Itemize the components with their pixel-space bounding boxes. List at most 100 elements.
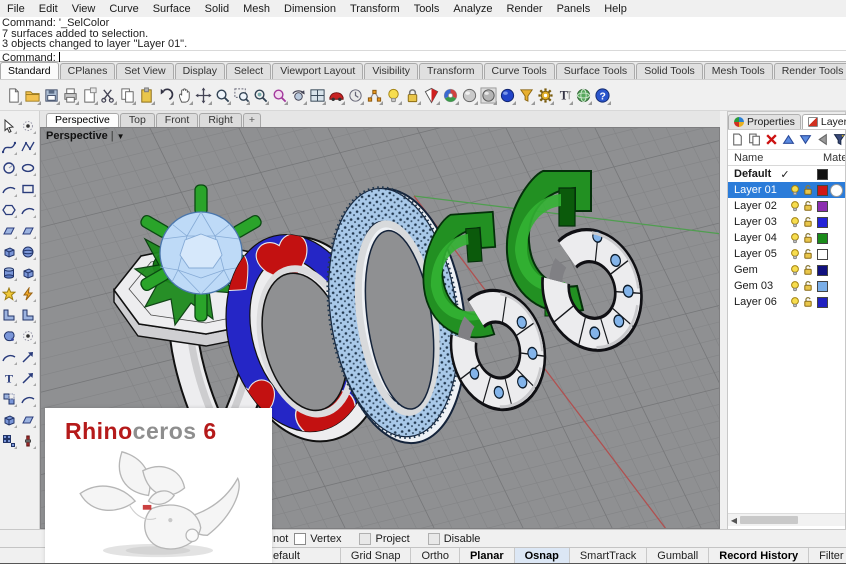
move-tool[interactable] xyxy=(19,367,37,388)
delete-layer-icon[interactable] xyxy=(765,133,778,146)
layer-color-swatch[interactable] xyxy=(817,249,828,260)
menu-item-help[interactable]: Help xyxy=(597,3,634,15)
annotation-icon[interactable] xyxy=(555,84,573,106)
toolbar-tab-select[interactable]: Select xyxy=(226,63,271,79)
layer-row[interactable]: Layer 03 xyxy=(728,214,845,230)
menu-item-transform[interactable]: Transform xyxy=(343,3,407,15)
curve-tool[interactable] xyxy=(0,136,18,157)
layer-color-swatch[interactable] xyxy=(817,297,828,308)
named-view-icon[interactable] xyxy=(327,84,345,106)
array-tool[interactable] xyxy=(0,430,18,451)
toolbar-tab-visibility[interactable]: Visibility xyxy=(364,63,418,79)
panel-tab-properties[interactable]: Properties xyxy=(728,114,801,129)
polysurface-tool[interactable] xyxy=(0,409,18,430)
layer-lock-icon[interactable] xyxy=(802,280,814,292)
copy-layer-icon[interactable] xyxy=(748,133,761,146)
viewport-tab-front[interactable]: Front xyxy=(156,113,199,127)
panel-splitter[interactable] xyxy=(720,111,727,564)
menu-item-view[interactable]: View xyxy=(65,3,103,15)
layer-visibility-bulb-icon[interactable] xyxy=(789,184,801,196)
export-icon[interactable] xyxy=(80,84,98,106)
curved-surface-tool[interactable] xyxy=(19,220,37,241)
new-layer-icon[interactable] xyxy=(731,133,744,146)
osnap-knot-label-clipped[interactable]: not xyxy=(273,533,288,545)
undo-icon[interactable] xyxy=(156,84,174,106)
status-grid-snap[interactable]: Grid Snap xyxy=(340,548,411,564)
menu-item-analyze[interactable]: Analyze xyxy=(446,3,499,15)
layer-visibility-bulb-icon[interactable] xyxy=(789,200,801,212)
layer-material-icon[interactable] xyxy=(830,184,843,197)
cut-icon[interactable] xyxy=(99,84,117,106)
viewport-title[interactable]: Perspective | ▼ xyxy=(46,130,125,142)
menu-item-edit[interactable]: Edit xyxy=(32,3,65,15)
move-down-icon[interactable] xyxy=(799,133,812,146)
lock-objects-icon[interactable] xyxy=(403,84,421,106)
new-file-icon[interactable] xyxy=(4,84,22,106)
pan-icon[interactable] xyxy=(175,84,193,106)
open-file-icon[interactable] xyxy=(23,84,41,106)
status-record-history[interactable]: Record History xyxy=(708,548,808,564)
panel-horizontal-scrollbar[interactable]: ◀ xyxy=(728,513,845,526)
polyline-tool[interactable] xyxy=(19,136,37,157)
options-icon[interactable] xyxy=(536,84,554,106)
platform-tool[interactable] xyxy=(19,409,37,430)
layer-lock-icon[interactable] xyxy=(802,216,814,228)
menu-item-render[interactable]: Render xyxy=(500,3,550,15)
layer-row[interactable]: Layer 02 xyxy=(728,198,845,214)
zoom-dynamic-icon[interactable] xyxy=(213,84,231,106)
toolbar-tab-curve-tools[interactable]: Curve Tools xyxy=(484,63,555,79)
layer-lock-icon[interactable] xyxy=(802,264,814,276)
status-planar[interactable]: Planar xyxy=(459,548,514,564)
cylinder-tool[interactable] xyxy=(0,262,18,283)
new-viewport-tab-button[interactable]: + xyxy=(243,113,261,127)
layer-row[interactable]: Default✓ xyxy=(728,166,845,182)
layer-light-icon[interactable] xyxy=(384,84,402,106)
menu-item-dimension[interactable]: Dimension xyxy=(277,3,343,15)
layer-row[interactable]: Layer 05 xyxy=(728,246,845,262)
ellipse-tool[interactable] xyxy=(19,157,37,178)
menu-item-curve[interactable]: Curve xyxy=(102,3,145,15)
layer-visibility-bulb-icon[interactable] xyxy=(789,264,801,276)
shaded-view-icon[interactable] xyxy=(479,84,497,106)
layer-visibility-bulb-icon[interactable] xyxy=(789,248,801,260)
text-tool[interactable] xyxy=(0,367,18,388)
arrow-tool[interactable] xyxy=(19,346,37,367)
zoom-window-icon[interactable] xyxy=(232,84,250,106)
layer-row[interactable]: Layer 06 xyxy=(728,294,845,310)
layer-filter-icon[interactable] xyxy=(833,133,846,146)
select-color-icon[interactable] xyxy=(422,84,440,106)
menu-item-mesh[interactable]: Mesh xyxy=(236,3,277,15)
rotate-icon[interactable] xyxy=(289,84,307,106)
zoom-extents-icon[interactable] xyxy=(270,84,288,106)
paste-icon[interactable] xyxy=(137,84,155,106)
menu-item-file[interactable]: File xyxy=(0,3,32,15)
chevron-down-icon[interactable]: ▼ xyxy=(117,132,125,141)
rendered-view-icon[interactable] xyxy=(498,84,516,106)
osnap-project[interactable]: Project xyxy=(359,533,409,545)
help-icon[interactable] xyxy=(593,84,611,106)
layer-color-swatch[interactable] xyxy=(817,201,828,212)
toolbar-tab-solid-tools[interactable]: Solid Tools xyxy=(636,63,703,79)
move-up-icon[interactable] xyxy=(782,133,795,146)
collapse-icon[interactable] xyxy=(816,133,829,146)
rectangle-tool[interactable] xyxy=(19,178,37,199)
layer-row[interactable]: Layer 04 xyxy=(728,230,845,246)
wireframe-view-icon[interactable] xyxy=(460,84,478,106)
menu-item-surface[interactable]: Surface xyxy=(146,3,198,15)
surface-tool[interactable] xyxy=(0,220,18,241)
viewport-layout-icon[interactable] xyxy=(308,84,326,106)
select-tool[interactable] xyxy=(0,115,18,136)
material-tool[interactable] xyxy=(19,430,37,451)
cplane-icon[interactable] xyxy=(365,84,383,106)
layer-row[interactable]: Gem 03 xyxy=(728,278,845,294)
layer-color-swatch[interactable] xyxy=(817,217,828,228)
zoom-selected-icon[interactable] xyxy=(251,84,269,106)
split-tool[interactable] xyxy=(19,304,37,325)
osnap-vertex[interactable]: Vertex xyxy=(294,533,341,545)
layer-lock-icon[interactable] xyxy=(802,200,814,212)
layer-visibility-bulb-icon[interactable] xyxy=(789,232,801,244)
status-gumball[interactable]: Gumball xyxy=(646,548,708,564)
viewport-tab-right[interactable]: Right xyxy=(199,113,242,127)
menu-item-panels[interactable]: Panels xyxy=(550,3,598,15)
viewport-tab-top[interactable]: Top xyxy=(120,113,155,127)
